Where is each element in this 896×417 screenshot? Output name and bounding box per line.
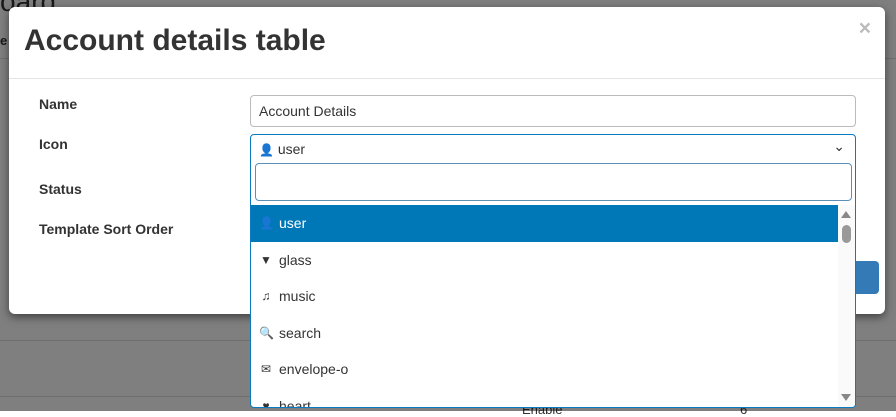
- glass-icon: ▼: [260, 252, 272, 267]
- option-label: music: [279, 288, 316, 305]
- user-icon: 👤: [259, 143, 274, 157]
- option-envelope-o[interactable]: ✉ envelope-o: [251, 351, 838, 388]
- scroll-up-icon[interactable]: [841, 211, 851, 218]
- name-label: Name: [39, 96, 78, 112]
- modal-title: Account details table: [24, 24, 326, 57]
- icon-select-dropdown[interactable]: 👤 user ⌄ 👤 user ▼ glass ♫ music 🔍 search ✉ en…: [250, 134, 856, 408]
- envelope-o-icon: ✉: [260, 362, 272, 377]
- option-user[interactable]: 👤 user: [251, 205, 838, 242]
- selected-value: user: [277, 141, 306, 157]
- scroll-thumb[interactable]: [842, 225, 851, 243]
- option-label: user: [279, 215, 307, 232]
- heart-icon: ♥: [262, 398, 270, 408]
- close-button[interactable]: ×: [859, 17, 871, 41]
- option-label: envelope-o: [279, 361, 349, 378]
- scroll-down-icon[interactable]: [841, 394, 851, 401]
- option-label: search: [279, 324, 322, 341]
- scrollbar[interactable]: [838, 205, 855, 407]
- icon-select[interactable]: 👤 user ⌄: [251, 135, 855, 163]
- name-input[interactable]: Account Details: [250, 95, 856, 127]
- option-label: glass: [279, 251, 312, 268]
- option-heart[interactable]: ♥ heart: [251, 388, 838, 408]
- option-glass[interactable]: ▼ glass: [251, 242, 838, 279]
- option-search[interactable]: 🔍 search: [251, 315, 838, 352]
- user-icon: 👤: [259, 216, 274, 231]
- option-label: heart: [279, 397, 311, 408]
- sort-order-label: Template Sort Order: [39, 221, 174, 237]
- icon-search-input[interactable]: [255, 163, 852, 201]
- icon-label: Icon: [39, 136, 68, 152]
- status-label: Status: [39, 181, 82, 197]
- music-icon: ♫: [261, 289, 271, 304]
- option-music[interactable]: ♫ music: [251, 278, 838, 315]
- search-icon: 🔍: [259, 325, 274, 340]
- chevron-down-icon[interactable]: ⌄: [833, 138, 845, 155]
